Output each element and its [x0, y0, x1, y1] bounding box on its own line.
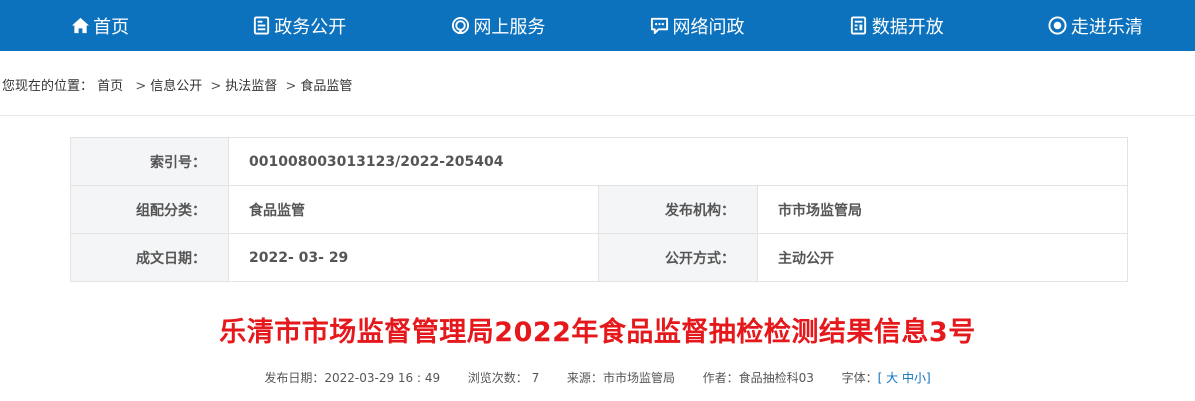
nav-item-government-affairs[interactable]: 政务公开	[199, 0, 398, 51]
table-row: 组配分类： 食品监管 发布机构： 市市场监管局	[70, 185, 1129, 234]
document-icon	[251, 16, 271, 36]
date-label: 成文日期：	[70, 233, 229, 282]
nav-item-open-data[interactable]: 数据开放	[797, 0, 996, 51]
article-title: 乐清市市场监督管理局2022年食品监督抽检检测结果信息3号	[219, 317, 976, 348]
nav-item-label: 网络问政	[672, 16, 745, 38]
nav-item-online-services[interactable]: 网上服务	[398, 0, 597, 51]
divider	[0, 115, 1195, 116]
breadcrumb-item-law-enforcement[interactable]: 执法监督	[225, 79, 277, 94]
breadcrumb-item-food-supervision[interactable]: 食品监管	[300, 79, 352, 94]
breadcrumb-separator: >	[285, 79, 297, 94]
date-value: 2022- 03- 29	[228, 233, 599, 282]
index-label: 索引号：	[70, 137, 229, 186]
breadcrumb-item-info-disclosure[interactable]: 信息公开	[150, 79, 202, 94]
service-icon	[450, 16, 470, 36]
eye-icon	[1048, 16, 1068, 36]
info-table: 索引号： 001008003013123/2022-205404 组配分类： 食…	[70, 137, 1129, 282]
disclosure-mode-value: 主动公开	[756, 233, 1129, 282]
font-size-label: 字体：	[841, 371, 878, 385]
article-meta: 发布日期：2022-03-29 16 : 49 浏览次数： 7 来源：市市场监管…	[0, 369, 1195, 386]
nav-item-label: 数据开放	[871, 16, 944, 38]
font-size-small-button[interactable]: 小	[914, 371, 926, 385]
table-row: 成文日期： 2022- 03- 29 公开方式： 主动公开	[70, 233, 1129, 282]
home-icon	[70, 16, 90, 36]
font-size-bracket-close: ]	[925, 371, 931, 385]
publish-date-value: 2022-03-29 16 : 49	[324, 371, 441, 385]
nav-item-online-inquiry[interactable]: 网络问政	[597, 0, 796, 51]
breadcrumb-separator: >	[210, 79, 222, 94]
top-navigation-bar: 首页 政务公开 网上服务 网络问政 数据开放 走进乐清	[0, 0, 1195, 51]
author-value: 食品抽检科03	[738, 371, 814, 385]
source-label: 来源：	[566, 371, 603, 385]
index-value: 001008003013123/2022-205404	[227, 137, 1129, 186]
data-icon	[849, 16, 869, 36]
font-size-medium-button[interactable]: 中	[902, 371, 914, 385]
category-label: 组配分类：	[70, 185, 229, 234]
publish-date-label: 发布日期：	[264, 371, 325, 385]
breadcrumb-separator: >	[135, 79, 147, 94]
nav-item-label: 首页	[93, 16, 130, 38]
table-row: 索引号： 001008003013123/2022-205404	[70, 137, 1129, 186]
category-value: 食品监管	[228, 185, 599, 234]
author-label: 作者：	[702, 371, 739, 385]
views-count: 7	[531, 371, 540, 385]
font-size-bracket-open: [	[877, 371, 883, 385]
nav-item-label: 网上服务	[473, 16, 546, 38]
chat-icon	[650, 16, 670, 36]
publisher-value: 市市场监管局	[756, 185, 1129, 234]
breadcrumb: 您现在的位置： 首页 > 信息公开 > 执法监督 > 食品监管	[2, 75, 352, 94]
font-size-large-button[interactable]: 大	[886, 371, 898, 385]
breadcrumb-item-home[interactable]: 首页	[97, 79, 123, 94]
breadcrumb-prefix: 您现在的位置：	[2, 79, 94, 94]
nav-item-about-yueqing[interactable]: 走进乐清	[996, 0, 1195, 51]
source-value: 市市场监管局	[602, 371, 675, 385]
nav-item-home[interactable]: 首页	[0, 0, 199, 51]
nav-item-label: 政务公开	[274, 16, 347, 38]
publisher-label: 发布机构：	[598, 185, 758, 234]
disclosure-mode-label: 公开方式：	[598, 233, 758, 282]
nav-item-label: 走进乐清	[1070, 16, 1143, 38]
views-label: 浏览次数：	[467, 371, 528, 385]
